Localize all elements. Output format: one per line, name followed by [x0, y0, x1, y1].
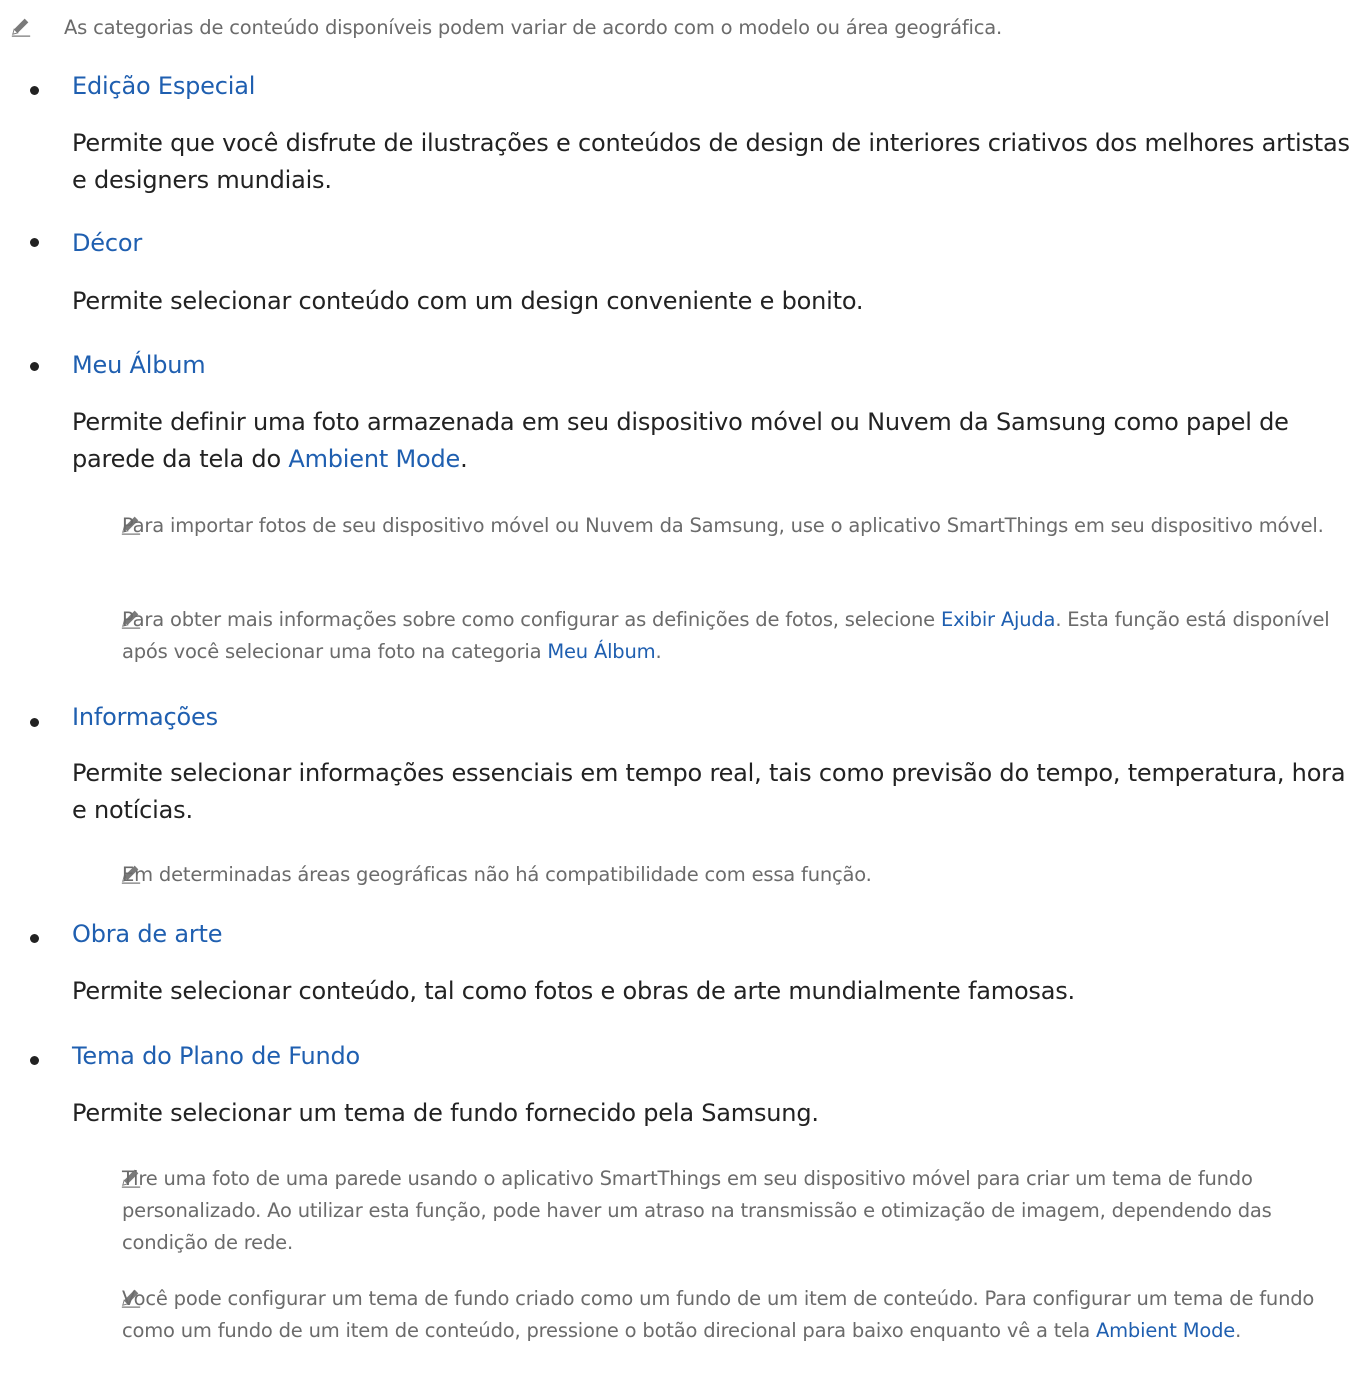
bullet-dot — [30, 934, 39, 943]
meu-album-link[interactable]: Meu Álbum — [547, 640, 655, 663]
section-title-informacoes: Informações — [72, 703, 218, 731]
note-text: Você pode configurar um tema de fundo cr… — [122, 1287, 1315, 1342]
section-desc-decor: Permite selecionar conteúdo com um desig… — [72, 287, 864, 315]
note-text: Em determinadas áreas geográficas não há… — [122, 863, 872, 886]
section-desc-tema-plano-de-fundo: Permite selecionar um tema de fundo forn… — [72, 1099, 819, 1127]
section-desc-informacoes: Permite selecionar informações essenciai… — [72, 759, 1346, 824]
pencil-icon — [10, 15, 32, 37]
section-title-tema-plano-de-fundo: Tema do Plano de Fundo — [72, 1042, 361, 1070]
section-title-decor: Décor — [72, 229, 142, 257]
document-page: As categorias de conteúdo disponíveis po… — [0, 0, 1355, 1398]
bullet-dot — [30, 362, 39, 371]
section-desc-edicao-especial: Permite que você disfrute de ilustrações… — [72, 129, 1350, 194]
section-title-edicao-especial: Edição Especial — [72, 72, 256, 100]
note-text: Tire uma foto de uma parede usando o apl… — [122, 1167, 1272, 1254]
exibir-ajuda-link[interactable]: Exibir Ajuda — [941, 608, 1056, 631]
note-text: Para importar fotos de seu dispositivo m… — [122, 514, 1324, 537]
bullet-dot — [30, 1056, 39, 1065]
note-text: Para obter mais informações sobre como c… — [122, 608, 1330, 663]
bullet-dot — [30, 718, 39, 727]
section-title-obra-de-arte: Obra de arte — [72, 920, 223, 948]
top-note: As categorias de conteúdo disponíveis po… — [64, 16, 1003, 39]
section-desc-meu-album: Permite definir uma foto armazenada em s… — [72, 408, 1289, 473]
ambient-mode-link[interactable]: Ambient Mode — [1096, 1319, 1235, 1342]
bullet-dot — [30, 86, 39, 95]
section-title-meu-album: Meu Álbum — [72, 351, 206, 379]
bullet-dot — [30, 238, 39, 247]
section-desc-obra-de-arte: Permite selecionar conteúdo, tal como fo… — [72, 977, 1075, 1005]
ambient-mode-link[interactable]: Ambient Mode — [288, 445, 460, 473]
